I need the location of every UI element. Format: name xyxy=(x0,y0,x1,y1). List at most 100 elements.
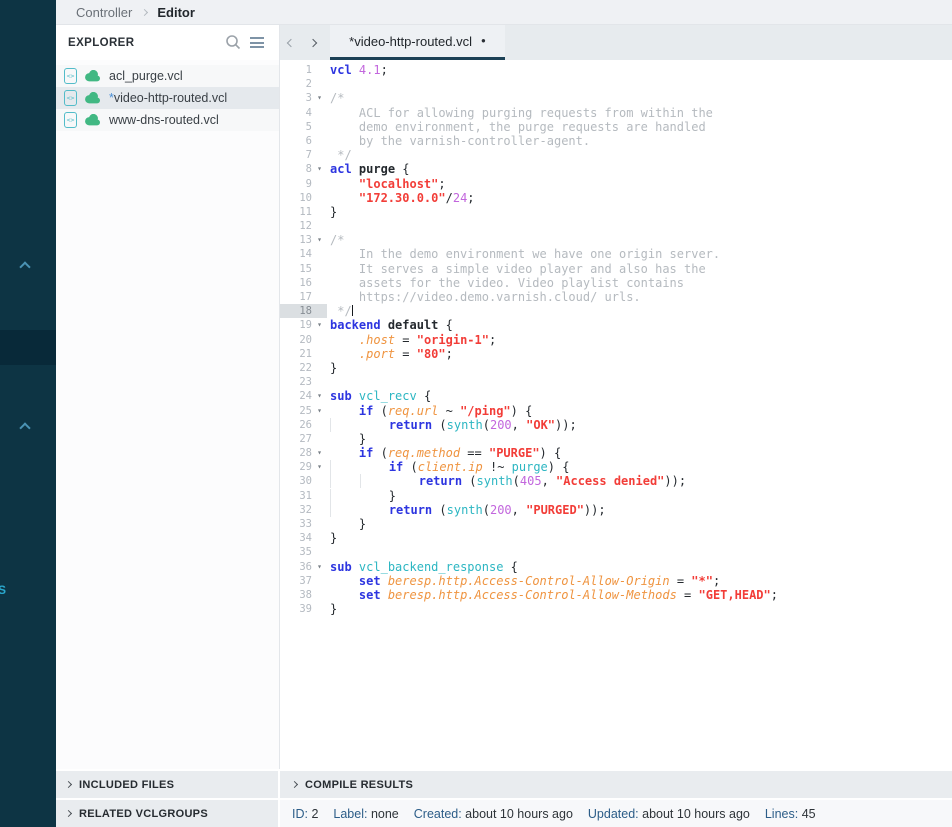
gutter: 10 xyxy=(280,191,327,205)
file-item[interactable]: <>acl_purge.vcl xyxy=(56,65,279,87)
code-line[interactable]: 36▾sub vcl_backend_response { xyxy=(280,560,952,574)
code-line[interactable]: 25▾ if (req.url ~ "/ping") { xyxy=(280,404,952,418)
code-text: acl purge { xyxy=(330,162,410,176)
fold-arrow-icon[interactable]: ▾ xyxy=(312,460,327,474)
code-line[interactable]: 29▾ if (client.ip !~ purge) { xyxy=(280,460,952,474)
chevron-up-icon[interactable] xyxy=(19,422,30,433)
code-line[interactable]: 33 } xyxy=(280,517,952,531)
code-editor[interactable]: 1vcl 4.1;23▾/*4 ACL for allowing purging… xyxy=(280,60,952,769)
code-line[interactable]: 7 */ xyxy=(280,148,952,162)
code-line[interactable]: 30 return (synth(405, "Access denied")); xyxy=(280,474,952,488)
code-text: if (client.ip !~ purge) { xyxy=(330,460,569,474)
gutter: 15 xyxy=(280,262,327,276)
tab-scroll-left-icon[interactable] xyxy=(280,25,302,60)
code-line[interactable]: 32 return (synth(200, "PURGED")); xyxy=(280,503,952,517)
code-line[interactable]: 37 set beresp.http.Access-Control-Allow-… xyxy=(280,574,952,588)
code-line[interactable]: 38 set beresp.http.Access-Control-Allow-… xyxy=(280,588,952,602)
line-number: 11 xyxy=(280,205,312,219)
fold-arrow-icon[interactable]: ▾ xyxy=(312,233,327,247)
code-line[interactable]: 3▾/* xyxy=(280,91,952,105)
line-number: 30 xyxy=(280,474,312,488)
gutter: 1 xyxy=(280,63,327,77)
line-number: 18 xyxy=(280,304,312,318)
code-line[interactable]: 28▾ if (req.method == "PURGE") { xyxy=(280,446,952,460)
breadcrumb-controller[interactable]: Controller xyxy=(76,5,132,20)
code-line[interactable]: 1vcl 4.1; xyxy=(280,63,952,77)
cloud-icon xyxy=(85,92,101,104)
fold-arrow-icon[interactable]: ▾ xyxy=(312,404,327,418)
code-line[interactable]: 22} xyxy=(280,361,952,375)
tab-scroll-right-icon[interactable] xyxy=(302,25,324,60)
line-number: 23 xyxy=(280,375,312,389)
panel-included-files[interactable]: INCLUDED FILES xyxy=(56,769,280,798)
gutter: 13▾ xyxy=(280,233,327,247)
file-item[interactable]: <>*video-http-routed.vcl xyxy=(56,87,279,109)
code-line[interactable]: 11} xyxy=(280,205,952,219)
fold-arrow-icon[interactable]: ▾ xyxy=(312,446,327,460)
gutter: 5 xyxy=(280,120,327,134)
code-line[interactable]: 17 https://video.demo.varnish.cloud/ url… xyxy=(280,290,952,304)
breadcrumb-editor: Editor xyxy=(157,5,195,20)
code-line[interactable]: 39} xyxy=(280,602,952,616)
code-line[interactable]: 16 assets for the video. Video playlist … xyxy=(280,276,952,290)
panel-compile-results[interactable]: COMPILE RESULTS xyxy=(280,769,952,798)
code-line[interactable]: 35 xyxy=(280,545,952,559)
fold-spacer xyxy=(312,262,327,276)
gutter: 16 xyxy=(280,276,327,290)
gutter: 7 xyxy=(280,148,327,162)
fold-arrow-icon[interactable]: ▾ xyxy=(312,162,327,176)
code-line[interactable]: 10 "172.30.0.0"/24; xyxy=(280,191,952,205)
code-line[interactable]: 21 .port = "80"; xyxy=(280,347,952,361)
code-line[interactable]: 15 It serves a simple video player and a… xyxy=(280,262,952,276)
code-line[interactable]: 2 xyxy=(280,77,952,91)
fold-arrow-icon[interactable]: ▾ xyxy=(312,91,327,105)
menu-icon[interactable] xyxy=(245,31,269,55)
code-text: assets for the video. Video playlist con… xyxy=(330,276,684,290)
line-number: 29 xyxy=(280,460,312,474)
code-line[interactable]: 19▾backend default { xyxy=(280,318,952,332)
code-line[interactable]: 27 } xyxy=(280,432,952,446)
gutter: 3▾ xyxy=(280,91,327,105)
code-text: /* xyxy=(330,233,344,247)
gutter: 8▾ xyxy=(280,162,327,176)
code-line[interactable]: 20 .host = "origin-1"; xyxy=(280,333,952,347)
panel-related-vclgroups[interactable]: RELATED VCLGROUPS xyxy=(56,798,280,827)
code-line[interactable]: 4 ACL for allowing purging requests from… xyxy=(280,106,952,120)
sidebar-selected-item[interactable] xyxy=(0,330,56,365)
fold-arrow-icon[interactable]: ▾ xyxy=(312,389,327,403)
explorer-file-list: <>acl_purge.vcl<>*video-http-routed.vcl<… xyxy=(56,60,280,769)
file-item[interactable]: <>www-dns-routed.vcl xyxy=(56,109,279,131)
code-line[interactable]: 13▾/* xyxy=(280,233,952,247)
fold-spacer xyxy=(312,276,327,290)
status-field: Lines: 45 xyxy=(765,807,816,821)
code-line[interactable]: 34} xyxy=(280,531,952,545)
code-line[interactable]: 14 In the demo environment we have one o… xyxy=(280,247,952,261)
code-line[interactable]: 24▾sub vcl_recv { xyxy=(280,389,952,403)
code-line[interactable]: 26 return (synth(200, "OK")); xyxy=(280,418,952,432)
fold-arrow-icon[interactable]: ▾ xyxy=(312,318,327,332)
code-line[interactable]: 9 "localhost"; xyxy=(280,177,952,191)
code-text: } xyxy=(330,205,337,219)
file-name: *video-http-routed.vcl xyxy=(109,91,227,105)
code-line[interactable]: 31 } xyxy=(280,489,952,503)
fold-spacer xyxy=(312,545,327,559)
vcl-status-bar: ID: 2Label: noneCreated: about 10 hours … xyxy=(280,798,952,827)
tab-video-http-routed[interactable]: *video-http-routed.vcl ● xyxy=(330,25,505,60)
line-number: 22 xyxy=(280,361,312,375)
search-icon[interactable] xyxy=(221,31,245,55)
chevron-up-icon[interactable] xyxy=(19,261,30,272)
code-line[interactable]: 18 */ xyxy=(280,304,952,318)
code-line[interactable]: 5 demo environment, the purge requests a… xyxy=(280,120,952,134)
fold-arrow-icon[interactable]: ▾ xyxy=(312,560,327,574)
gutter: 35 xyxy=(280,545,327,559)
gutter: 37 xyxy=(280,574,327,588)
code-line[interactable]: 6 by the varnish-controller-agent. xyxy=(280,134,952,148)
code-line[interactable]: 12 xyxy=(280,219,952,233)
gutter: 27 xyxy=(280,432,327,446)
vcl-file-icon: <> xyxy=(64,68,77,84)
gutter: 24▾ xyxy=(280,389,327,403)
line-number: 35 xyxy=(280,545,312,559)
code-line[interactable]: 23 xyxy=(280,375,952,389)
code-line[interactable]: 8▾acl purge { xyxy=(280,162,952,176)
code-text: by the varnish-controller-agent. xyxy=(330,134,590,148)
